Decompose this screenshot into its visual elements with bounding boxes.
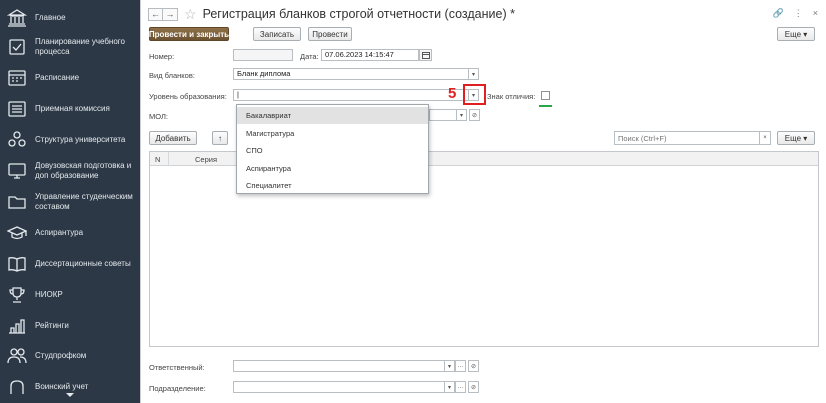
search-input[interactable] — [614, 131, 760, 145]
distinction-checkbox[interactable] — [541, 91, 550, 100]
dropdown-option[interactable]: Аспирантура — [237, 160, 428, 177]
scroll-down-icon[interactable] — [65, 391, 75, 399]
division-select-button[interactable]: … — [455, 381, 466, 393]
number-label: Номер: — [149, 52, 175, 61]
annotation-underline — [539, 105, 552, 107]
close-icon[interactable]: × — [813, 8, 818, 19]
sidebar-item-main[interactable]: Главное — [0, 3, 140, 33]
calendar-icon[interactable] — [419, 49, 432, 61]
page-title: Регистрация бланков строгой отчетности (… — [202, 7, 515, 21]
table-more-button[interactable]: Еще ▾ — [777, 131, 815, 145]
sidebar: Главное Планирование учебного процесса Р… — [0, 0, 140, 403]
sidebar-item-niokr[interactable]: НИОКР — [0, 280, 140, 310]
division-field[interactable] — [233, 381, 445, 393]
sidebar-item-label: Студпрофком — [35, 351, 87, 360]
sidebar-item-structure[interactable]: Структура университета — [0, 125, 140, 155]
sidebar-item-label: Управление студенческим составом — [35, 192, 133, 211]
link-icon[interactable]: 🔗 — [773, 8, 784, 19]
list-icon — [7, 100, 27, 118]
bar-chart-icon — [7, 317, 27, 335]
sidebar-item-label: НИОКР — [35, 290, 63, 299]
book-icon — [7, 255, 27, 273]
column-header-series[interactable]: Серия — [195, 155, 217, 164]
trophy-icon — [7, 286, 27, 304]
edu-level-dropdown-list: Бакалавриат Магистратура СПО Аспирантура… — [236, 104, 429, 194]
favorite-star-icon[interactable]: ☆ — [184, 7, 197, 21]
responsible-open-icon[interactable]: ⊘ — [468, 360, 479, 372]
dropdown-option[interactable]: Бакалавриат — [237, 107, 428, 124]
graduation-cap-icon — [7, 224, 27, 242]
column-header-n[interactable]: N — [155, 155, 160, 164]
sidebar-item-label: Довузовская подготовка и доп образование — [35, 161, 132, 180]
responsible-label: Ответственный: — [149, 363, 205, 372]
dropdown-option[interactable]: Специалитет — [237, 177, 428, 194]
sidebar-item-label: Диссертационные советы — [35, 259, 131, 268]
responsible-field[interactable] — [233, 360, 445, 372]
mol-open-icon[interactable]: ⊘ — [469, 109, 480, 121]
sidebar-item-postgrad[interactable]: Аспирантура — [0, 218, 140, 248]
back-button[interactable]: ← — [148, 7, 163, 21]
division-dropdown-button[interactable]: ▾ — [444, 381, 455, 393]
edu-level-label: Уровень образования: — [149, 92, 227, 101]
main-panel: ← → ☆ Регистрация бланков строгой отчетн… — [140, 0, 826, 403]
sidebar-item-dissertation[interactable]: Диссертационные советы — [0, 249, 140, 279]
sidebar-item-studprofkom[interactable]: Студпрофком — [0, 341, 140, 371]
post-and-close-button[interactable]: Провести и закрыть — [149, 27, 229, 41]
folder-icon — [7, 193, 27, 211]
structure-icon — [7, 131, 27, 149]
annotation-number: 5 — [448, 85, 457, 102]
number-field[interactable] — [233, 49, 293, 61]
sidebar-item-planning[interactable]: Планирование учебного процесса — [0, 32, 140, 62]
sidebar-item-label: Расписание — [35, 73, 80, 82]
blank-type-field[interactable]: Бланк диплома — [233, 68, 469, 80]
mol-field[interactable] — [429, 109, 457, 121]
dropdown-option[interactable]: СПО — [237, 142, 428, 159]
responsible-select-button[interactable]: … — [455, 360, 466, 372]
calendar-check-icon — [7, 38, 27, 56]
monitor-icon — [7, 162, 27, 180]
division-label: Подразделение: — [149, 384, 206, 393]
edu-level-field[interactable]: | — [233, 89, 469, 101]
schedule-icon — [7, 69, 27, 87]
sidebar-item-preuniversity[interactable]: Довузовская подготовка и доп образование — [0, 156, 140, 186]
dropdown-option[interactable]: Магистратура — [237, 125, 428, 142]
date-field[interactable]: 07.06.2023 14:15:47 — [321, 49, 419, 61]
date-label: Дата: — [300, 52, 319, 61]
sidebar-item-label: Приемная комиссия — [35, 104, 110, 113]
sidebar-item-label: Главное — [35, 13, 66, 22]
blank-type-dropdown-button[interactable]: ▾ — [468, 68, 479, 80]
mol-label: МОЛ: — [149, 112, 169, 121]
forward-button[interactable]: → — [163, 7, 178, 21]
sidebar-item-ratings[interactable]: Рейтинги — [0, 311, 140, 341]
sidebar-item-label: Планирование учебного процесса — [35, 37, 125, 56]
more-icon[interactable]: ⋮ — [794, 8, 803, 19]
people-icon — [7, 347, 27, 365]
sidebar-item-label: Рейтинги — [35, 321, 69, 330]
sidebar-item-schedule[interactable]: Расписание — [0, 63, 140, 93]
sidebar-item-label: Аспирантура — [35, 228, 84, 237]
bank-icon — [7, 9, 27, 27]
more-button[interactable]: Еще ▾ — [777, 27, 815, 41]
sidebar-item-admission[interactable]: Приемная комиссия — [0, 94, 140, 124]
window-controls: 🔗 ⋮ × — [773, 8, 818, 19]
blank-type-label: Вид бланков: — [149, 71, 195, 80]
sidebar-item-students[interactable]: Управление студенческим составом — [0, 187, 140, 217]
title-bar: ← → ☆ Регистрация бланков строгой отчетн… — [148, 6, 515, 22]
responsible-dropdown-button[interactable]: ▾ — [444, 360, 455, 372]
post-button[interactable]: Провести — [308, 27, 352, 41]
sidebar-item-label: Воинский учет — [35, 382, 89, 391]
clear-search-icon[interactable]: × — [759, 131, 771, 145]
mol-dropdown-button[interactable]: ▾ — [456, 109, 467, 121]
division-open-icon[interactable]: ⊘ — [468, 381, 479, 393]
sidebar-item-label: Структура университета — [35, 135, 126, 144]
military-icon — [7, 378, 27, 396]
add-button[interactable]: Добавить — [149, 131, 197, 145]
save-button[interactable]: Записать — [253, 27, 301, 41]
move-up-button[interactable]: ↑ — [212, 131, 228, 145]
annotation-highlight-box — [463, 84, 486, 105]
distinction-label: Знак отличия: — [487, 92, 536, 101]
